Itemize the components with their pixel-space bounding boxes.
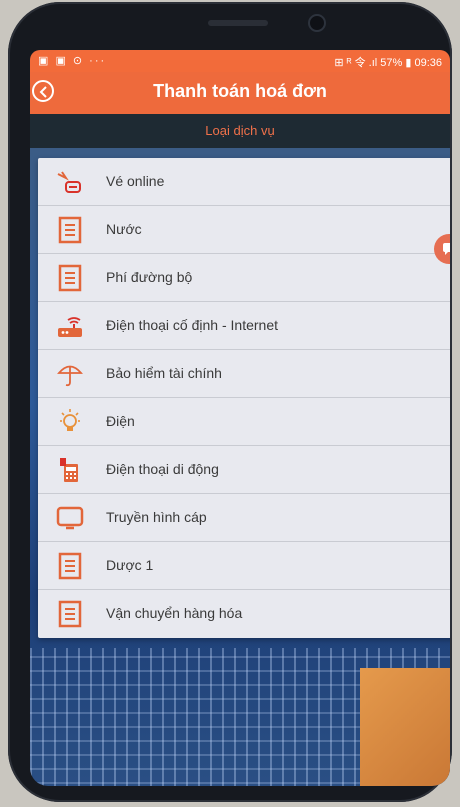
plane-ticket-icon (57, 171, 81, 193)
phone-body: ▣ ▣ ⊙ ··· ⊞ ᴿ 令 .ıl 57% ▮ 09:36 Thanh to… (8, 2, 452, 802)
list-item[interactable]: Điện thoại cố định - Internet (38, 302, 450, 350)
status-right-indicators: ⊞ ᴿ 令 .ıl 57% ▮ 09:36 (334, 57, 442, 69)
document-icon (58, 552, 82, 580)
chat-icon (443, 243, 450, 255)
phone-speaker (208, 20, 268, 26)
document-icon (58, 216, 82, 244)
list-item[interactable]: Điện (38, 398, 450, 446)
title-bar: Thanh toán hoá đơn (30, 72, 450, 114)
service-label: Phí đường bộ (106, 269, 193, 285)
service-list: Vé online Nước Phí đường bộ Điện thoại c… (38, 158, 450, 638)
service-label: Nước (106, 221, 142, 237)
list-item[interactable]: Bảo hiểm tài chính (38, 350, 450, 398)
list-item[interactable]: Vận chuyển hàng hóa (38, 590, 450, 638)
list-item[interactable]: Điện thoại di động (38, 446, 450, 494)
mobile-phone-icon (60, 458, 78, 482)
app-screen: ▣ ▣ ⊙ ··· ⊞ ᴿ 令 .ıl 57% ▮ 09:36 Thanh to… (30, 50, 450, 786)
document-icon (58, 600, 82, 628)
router-icon (58, 317, 82, 337)
status-bar: ▣ ▣ ⊙ ··· ⊞ ᴿ 令 .ıl 57% ▮ 09:36 (30, 50, 450, 72)
page-title: Thanh toán hoá đơn (153, 81, 327, 101)
list-item[interactable]: Dược 1 (38, 542, 450, 590)
service-label: Vé online (106, 173, 165, 189)
list-item[interactable]: Vé online (38, 158, 450, 206)
lightbulb-icon (60, 409, 80, 431)
service-label: Dược 1 (106, 557, 154, 573)
building-accent (360, 668, 450, 786)
tv-icon (56, 506, 84, 530)
umbrella-icon (57, 365, 83, 387)
phone-camera (308, 14, 326, 32)
service-label: Điện thoại cố định - Internet (106, 317, 278, 333)
service-label: Vận chuyển hàng hóa (106, 605, 243, 621)
service-label: Điện thoại di động (106, 461, 219, 477)
service-label: Truyền hình cáp (106, 509, 207, 525)
service-label: Điện (106, 413, 135, 429)
list-item[interactable]: Phí đường bộ (38, 254, 450, 302)
document-icon (58, 264, 82, 292)
list-item[interactable]: Nước (38, 206, 450, 254)
status-left-icons: ▣ ▣ ⊙ ··· (38, 55, 107, 67)
service-label: Bảo hiểm tài chính (106, 365, 222, 381)
section-header: Loại dịch vụ (30, 114, 450, 148)
list-item[interactable]: Truyền hình cáp (38, 494, 450, 542)
